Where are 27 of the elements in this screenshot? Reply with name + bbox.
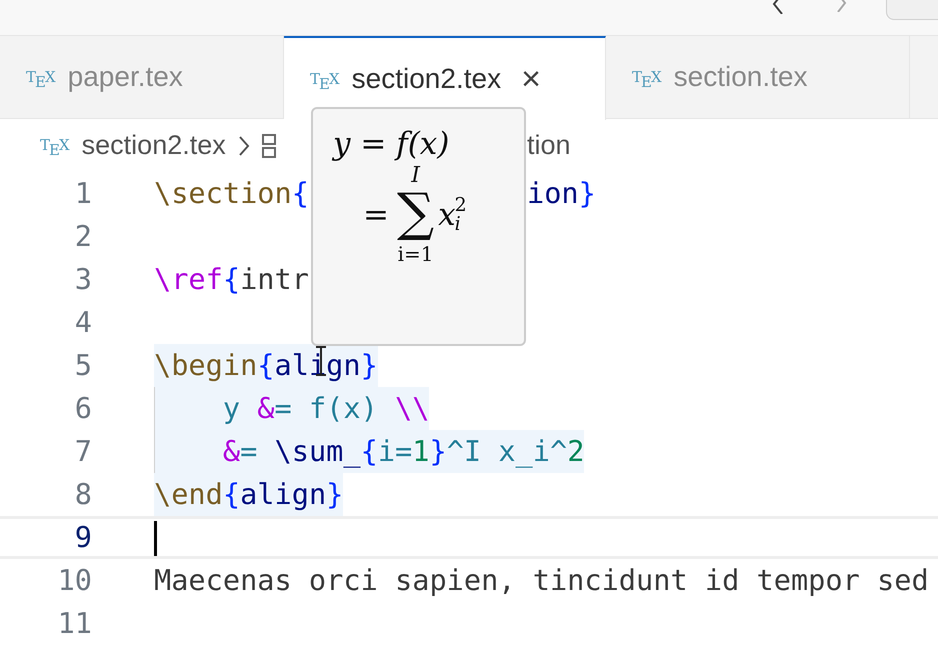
- line-number: 11: [56, 605, 92, 642]
- code-line: \section{: [154, 175, 309, 212]
- symbol-icon: [262, 132, 276, 158]
- close-button[interactable]: ×: [521, 62, 541, 96]
- code-line: \ref{intr: [154, 261, 309, 298]
- line-number: 5: [74, 347, 92, 384]
- breadcrumb-item[interactable]: tion: [527, 125, 571, 166]
- tex-file-icon: TEX: [40, 138, 70, 153]
- breadcrumb-item[interactable]: section2.tex: [82, 125, 226, 166]
- tex-file-icon: TEX: [26, 70, 56, 84]
- line-number: 10: [56, 562, 92, 600]
- line-number: 8: [74, 476, 92, 514]
- tex-file-icon: TEX: [632, 70, 662, 84]
- code-line: Maecenas orci sapien, tincidunt id tempor sed: [154, 562, 929, 600]
- tex-file-icon: TEX: [310, 72, 340, 86]
- line-number: 9: [74, 519, 92, 556]
- line-number: 4: [74, 304, 92, 342]
- tab[interactable]: TEX section2.tex ×: [284, 36, 606, 120]
- line-number: 7: [74, 433, 92, 470]
- line-number: 3: [74, 261, 92, 298]
- line-number: 2: [74, 218, 92, 256]
- formula-line: y = f(x): [333, 129, 450, 160]
- chevron-icon: [238, 134, 250, 156]
- line-number: 1: [74, 175, 92, 212]
- line-number: 6: [74, 390, 92, 428]
- text-cursor: [154, 521, 157, 556]
- code-line: ion}: [527, 175, 596, 212]
